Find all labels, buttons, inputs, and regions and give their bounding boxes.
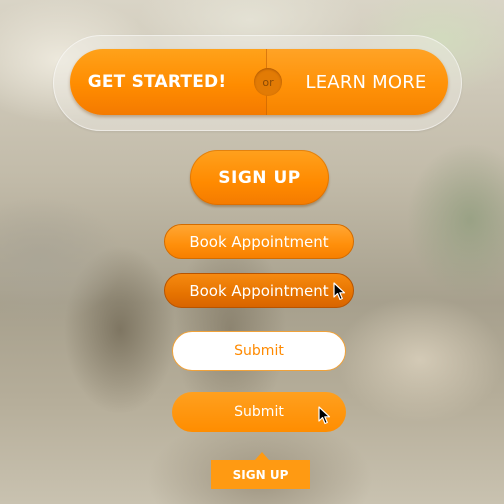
submit-button-outline[interactable]: Submit	[172, 331, 346, 371]
sign-up-button-large[interactable]: SIGN UP	[190, 150, 329, 205]
learn-more-button[interactable]: LEARN MORE	[266, 49, 448, 115]
mouse-pointer-icon	[318, 406, 331, 425]
book-appointment-button[interactable]: Book Appointment	[164, 224, 354, 259]
sign-up-button-small-wrapper: SIGN UP	[211, 452, 310, 489]
get-started-button[interactable]: GET STARTED!	[70, 49, 266, 115]
pointer-notch	[255, 452, 269, 460]
or-separator-badge: or	[254, 68, 282, 96]
mouse-pointer-icon	[333, 282, 346, 301]
sign-up-button-small[interactable]: SIGN UP	[211, 460, 310, 489]
book-appointment-button-hover[interactable]: Book Appointment	[164, 273, 354, 308]
